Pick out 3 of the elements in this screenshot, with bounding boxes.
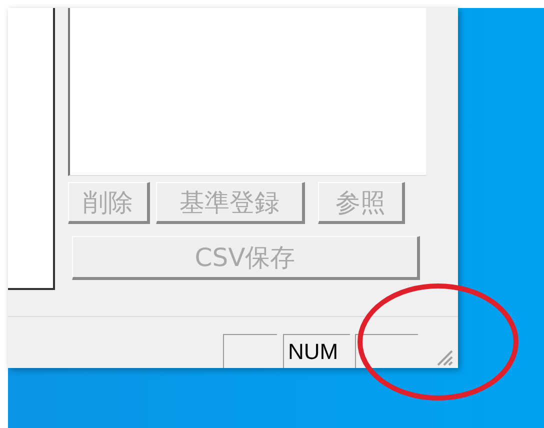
status-pane: NUM — [283, 334, 350, 368]
status-pane — [223, 334, 277, 368]
status-pane — [355, 334, 418, 368]
